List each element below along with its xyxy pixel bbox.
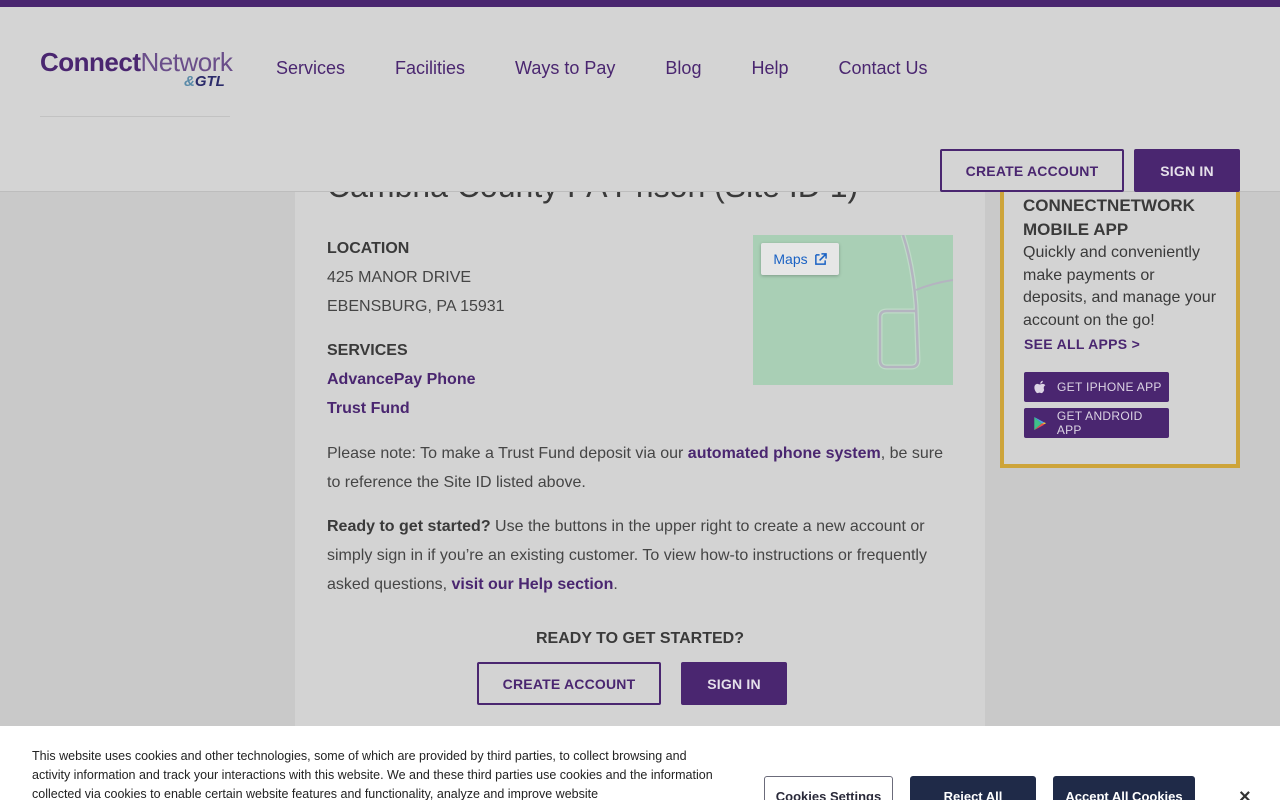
nav-ways-to-pay[interactable]: Ways to Pay — [515, 58, 615, 79]
connectnetwork-logo[interactable]: ConnectNetwork &GTL — [40, 47, 233, 117]
logo-gtl-text: GTL — [194, 73, 225, 90]
address-line-2: EBENSBURG, PA 15931 — [327, 298, 505, 315]
get-android-app-label: GET ANDROID APP — [1056, 409, 1143, 437]
cta-sign-in-button[interactable]: SIGN IN — [681, 662, 787, 705]
external-link-icon — [814, 252, 827, 265]
nav-blog[interactable]: Blog — [665, 58, 701, 79]
header-create-account-button[interactable]: CREATE ACCOUNT — [940, 149, 1124, 192]
nav-facilities[interactable]: Facilities — [395, 58, 465, 79]
trust-fund-note: Please note: To make a Trust Fund deposi… — [327, 439, 957, 497]
mobile-app-panel: CONNECTNETWORK MOBILE APP Quickly and co… — [1000, 150, 1240, 468]
service-link-advancepay[interactable]: AdvancePay Phone — [327, 371, 476, 389]
logo-gtl: &GTL — [184, 73, 225, 90]
mobile-app-description: Quickly and conveniently make payments o… — [1023, 244, 1217, 329]
main-content: Cambria County PA Prison (Site ID 1) LOC… — [295, 150, 985, 750]
get-iphone-app-label: GET IPHONE APP — [1057, 380, 1162, 394]
nav-services[interactable]: Services — [276, 58, 345, 79]
ready-end: . — [613, 576, 618, 593]
google-play-icon — [1034, 416, 1046, 430]
ready-bold: Ready to get started? — [327, 518, 491, 535]
address-line-1: 425 MANOR DRIVE — [327, 269, 472, 286]
location-map[interactable]: Maps — [753, 235, 953, 385]
reject-all-button[interactable]: Reject All — [910, 776, 1036, 800]
main-nav: Services Facilities Ways to Pay Blog Hel… — [276, 58, 978, 79]
cta-create-account-button[interactable]: CREATE ACCOUNT — [477, 662, 661, 705]
get-iphone-app-button[interactable]: GET IPHONE APP — [1024, 372, 1169, 402]
site-header: ConnectNetwork &GTL Services Facilities … — [0, 7, 1280, 192]
services-heading: SERVICES — [327, 342, 408, 359]
accept-all-cookies-button[interactable]: Accept All Cookies — [1053, 776, 1195, 800]
logo-ampersand: & — [184, 73, 195, 90]
location-heading: LOCATION — [327, 240, 410, 257]
see-all-apps-link[interactable]: SEE ALL APPS > — [1024, 336, 1140, 352]
nav-help[interactable]: Help — [751, 58, 788, 79]
cookie-banner: This website uses cookies and other tech… — [0, 726, 1280, 800]
close-icon[interactable]: × — [1239, 786, 1251, 800]
cookie-text: This website uses cookies and other tech… — [32, 749, 713, 800]
top-accent-bar — [0, 0, 1280, 7]
note-text-prefix: Please note: To make a Trust Fund deposi… — [327, 445, 688, 462]
mobile-app-title: CONNECTNETWORK MOBILE APP — [1023, 196, 1195, 239]
logo-connect: Connect — [40, 47, 141, 77]
maps-button[interactable]: Maps — [761, 243, 839, 275]
help-section-link[interactable]: visit our Help section — [452, 576, 614, 593]
cookies-settings-button[interactable]: Cookies Settings — [764, 776, 893, 800]
ready-paragraph: Ready to get started? Use the buttons in… — [327, 512, 957, 599]
apple-icon — [1034, 380, 1046, 393]
nav-contact-us[interactable]: Contact Us — [838, 58, 927, 79]
automated-phone-link[interactable]: automated phone system — [688, 445, 881, 462]
get-android-app-button[interactable]: GET ANDROID APP — [1024, 408, 1169, 438]
service-link-trust-fund[interactable]: Trust Fund — [327, 400, 410, 418]
cta-heading: READY TO GET STARTED? — [535, 630, 744, 647]
header-sign-in-button[interactable]: SIGN IN — [1134, 149, 1240, 192]
maps-button-label: Maps — [773, 251, 808, 267]
